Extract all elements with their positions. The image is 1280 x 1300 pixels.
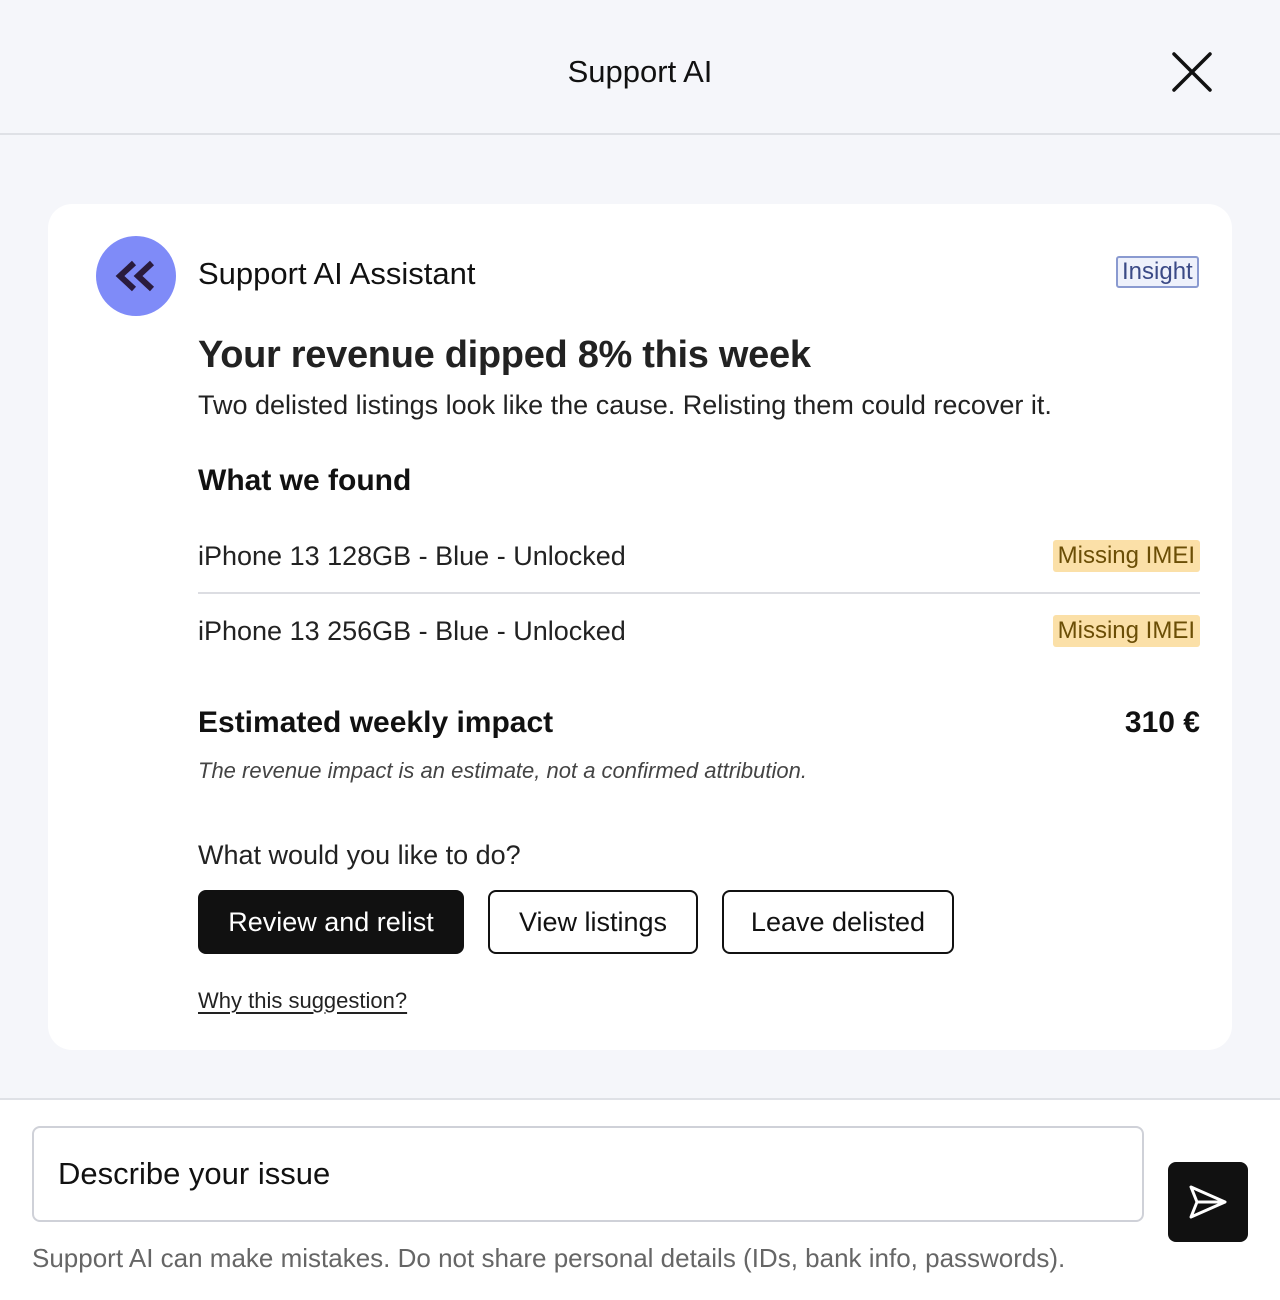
status-badge: Missing IMEI	[1052, 540, 1200, 572]
findings-title: What we found	[198, 464, 412, 497]
insight-subtext: Two delisted listings look like the caus…	[198, 390, 1052, 420]
impact-value: 310 €	[1124, 706, 1200, 739]
send-button[interactable]	[1168, 1162, 1248, 1242]
send-icon	[1189, 1185, 1227, 1219]
listing-name: iPhone 13 128GB - Blue - Unlocked	[198, 541, 626, 571]
insight-headline: Your revenue dipped 8% this week	[198, 334, 811, 376]
header-title: Support AI	[567, 54, 713, 89]
chat-header: Support AI	[0, 0, 1280, 135]
impact-title: Estimated weekly impact	[198, 706, 554, 739]
composer: Support AI can make mistakes. Do not sha…	[0, 1098, 1280, 1300]
action-question: What would you like to do?	[198, 840, 521, 870]
disclaimer-text: Support AI can make mistakes. Do not sha…	[32, 1243, 1066, 1273]
view-listings-button[interactable]: View listings	[488, 890, 698, 954]
assistant-message-card: Support AI Assistant Insight Your revenu…	[48, 204, 1232, 1050]
assistant-avatar	[96, 236, 176, 316]
impact-note: The revenue impact is an estimate, not a…	[198, 758, 807, 783]
insight-badge: Insight	[1116, 256, 1199, 288]
status-badge: Missing IMEI	[1052, 615, 1200, 647]
issue-input[interactable]	[32, 1126, 1144, 1222]
why-suggestion-link[interactable]: Why this suggestion?	[198, 988, 407, 1014]
leave-delisted-button[interactable]: Leave delisted	[722, 890, 954, 954]
review-and-relist-button[interactable]: Review and relist	[198, 890, 464, 954]
list-item: iPhone 13 128GB - Blue - Unlocked Missin…	[198, 529, 1200, 594]
list-item: iPhone 13 256GB - Blue - Unlocked Missin…	[198, 604, 1200, 664]
close-button[interactable]	[1168, 48, 1216, 96]
double-chevron-left-icon	[115, 260, 155, 292]
assistant-name: Support AI Assistant	[198, 256, 476, 291]
close-icon	[1172, 52, 1212, 92]
listing-name: iPhone 13 256GB - Blue - Unlocked	[198, 616, 626, 646]
